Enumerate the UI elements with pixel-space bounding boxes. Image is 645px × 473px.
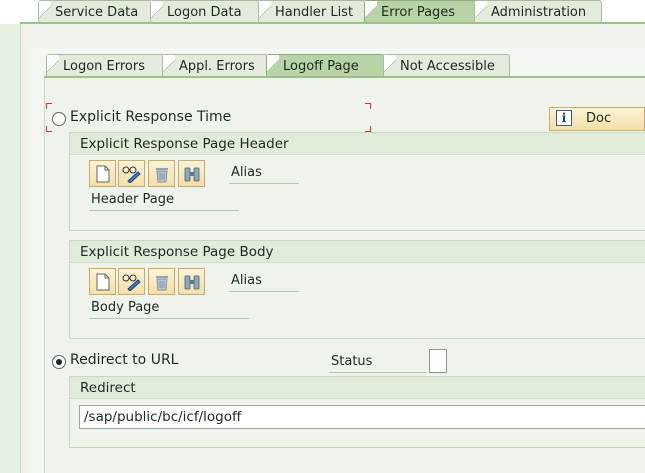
explicit-response-label: Explicit Response Time — [70, 109, 232, 125]
status-label: Status — [329, 351, 427, 373]
tab-logon-errors[interactable]: Logon Errors — [46, 54, 165, 77]
focus-corner-tr — [365, 103, 371, 109]
new-document-icon — [96, 165, 109, 182]
tab-administration[interactable]: Administration — [474, 0, 602, 23]
redirect-url-label: Redirect to URL — [70, 352, 179, 368]
create-body-button[interactable] — [89, 268, 116, 295]
find-body-button[interactable] — [178, 268, 205, 295]
trash-icon — [155, 167, 168, 182]
body-page-group: Explicit Response Page Body Alias Body P… — [69, 240, 645, 339]
delete-header-button[interactable] — [148, 160, 175, 187]
tab-logon-data[interactable]: Logon Data — [150, 0, 262, 23]
focus-corner-tl — [46, 103, 52, 109]
trash-icon — [155, 275, 168, 290]
tab-logoff-page[interactable]: Logoff Page — [266, 54, 385, 77]
header-alias-label: Alias — [229, 162, 299, 184]
header-group-title: Explicit Response Page Header — [70, 133, 645, 155]
status-field[interactable] — [429, 349, 447, 373]
body-group-title: Explicit Response Page Body — [70, 241, 645, 263]
redirect-group-title: Redirect — [70, 377, 645, 399]
edit-glasses-pencil-icon — [122, 274, 141, 291]
binoculars-icon — [184, 167, 199, 181]
edit-body-button[interactable] — [118, 268, 145, 295]
delete-body-button[interactable] — [148, 268, 175, 295]
binoculars-icon — [184, 275, 199, 289]
create-header-button[interactable] — [89, 160, 116, 187]
redirect-group: Redirect /sap/public/bc/icf/logoff — [69, 376, 645, 448]
info-icon: i — [556, 110, 572, 126]
edit-glasses-pencil-icon — [122, 166, 141, 183]
documentation-button[interactable]: i Doc — [549, 107, 645, 131]
find-header-button[interactable] — [178, 160, 205, 187]
edit-header-button[interactable] — [118, 160, 145, 187]
new-document-icon — [96, 273, 109, 290]
redirect-url-input[interactable]: /sap/public/bc/icf/logoff — [79, 405, 645, 429]
header-page-group: Explicit Response Page Header Alias Head… — [69, 132, 645, 231]
tab-error-pages[interactable]: Error Pages — [364, 0, 479, 23]
tab-handler-list[interactable]: Handler List — [258, 0, 368, 23]
explicit-response-radio[interactable] — [52, 112, 66, 126]
redirect-url-radio[interactable] — [52, 355, 66, 369]
tab-service-data[interactable]: Service Data — [38, 0, 153, 23]
tab-appl-errors[interactable]: Appl. Errors — [162, 54, 268, 77]
body-page-label: Body Page — [89, 297, 249, 319]
header-page-label: Header Page — [89, 189, 239, 211]
main-tabstrip: Service Data Logon Data Handler List Err… — [0, 0, 645, 24]
focus-corner-bl — [46, 126, 52, 132]
tab-not-accessible[interactable]: Not Accessible — [383, 54, 510, 77]
body-alias-label: Alias — [229, 270, 299, 292]
